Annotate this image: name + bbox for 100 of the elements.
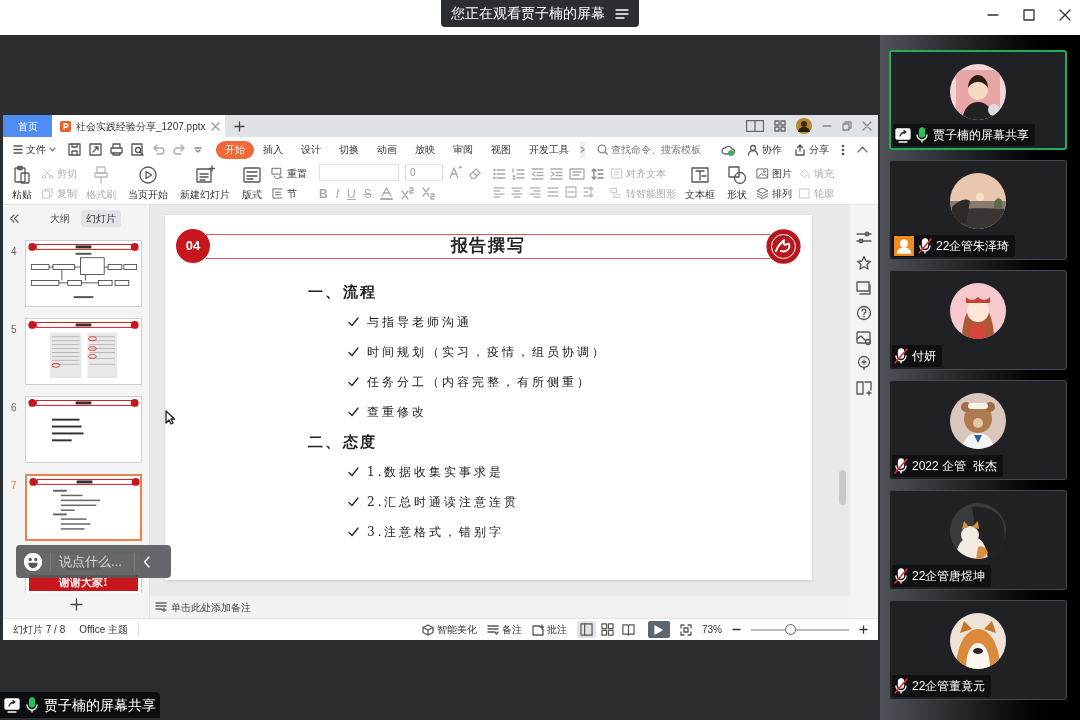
- participant-tile[interactable]: 贾子楠的屏幕共享: [889, 50, 1067, 150]
- clipboard-icon: [12, 164, 32, 185]
- ribbon-tab[interactable]: 放映: [406, 140, 444, 159]
- file-menu[interactable]: 文件: [13, 142, 56, 157]
- book-icon[interactable]: [856, 380, 872, 396]
- toolbar-button[interactable]: 协作: [747, 142, 782, 157]
- status-button[interactable]: 批注: [532, 622, 567, 637]
- more-icon[interactable]: [841, 143, 845, 156]
- properties-icon[interactable]: [856, 230, 872, 246]
- participant-tile[interactable]: 2022 企管 张杰: [889, 380, 1067, 480]
- slide-thumbnail[interactable]: [25, 396, 142, 463]
- menu-icon[interactable]: [615, 7, 629, 20]
- ribbon-button[interactable]: 节: [271, 185, 307, 201]
- ribbon-tab[interactable]: 视图: [482, 140, 520, 159]
- toolbar-button[interactable]: 分享: [794, 142, 829, 157]
- save-icon[interactable]: [68, 143, 81, 156]
- print-preview-icon[interactable]: [131, 143, 144, 156]
- ribbon-tab[interactable]: 设计: [292, 140, 330, 159]
- zoom-in-icon[interactable]: [859, 625, 868, 634]
- view-button[interactable]: [598, 621, 617, 638]
- ribbon-tab[interactable]: 插入: [254, 140, 292, 159]
- new-tab-icon[interactable]: [233, 120, 245, 132]
- check-icon: [348, 317, 359, 327]
- slide-number: 5: [11, 323, 18, 337]
- chat-toast[interactable]: 说点什么...: [16, 545, 171, 578]
- ribbon-button[interactable]: 图片: [756, 165, 792, 181]
- screen-share-icon: [4, 697, 20, 713]
- chevron-right-icon: [580, 146, 585, 153]
- ribbon-button[interactable]: 排列: [756, 185, 792, 201]
- collapse-icon[interactable]: [857, 146, 868, 153]
- presenter-name: 贾子楠的屏幕共享: [44, 695, 156, 715]
- scrollbar-thumb[interactable]: [839, 470, 846, 505]
- status-button[interactable]: 智能美化: [422, 622, 477, 637]
- line-spacing-icon[interactable]: [591, 168, 604, 180]
- help-icon[interactable]: [856, 305, 872, 321]
- print-icon[interactable]: [110, 143, 123, 156]
- bullet-text: 2.汇总时通读注意连贯: [367, 494, 520, 511]
- section-icon: [271, 186, 284, 200]
- check-icon: [348, 527, 359, 537]
- panel-tab[interactable]: 幻灯片: [81, 210, 121, 227]
- picture-library-icon[interactable]: [856, 330, 872, 346]
- slide-thumbnail[interactable]: [25, 474, 142, 541]
- search-field[interactable]: 查找命令、搜索模板: [597, 142, 721, 157]
- layout-toggle-icon[interactable]: [746, 120, 764, 132]
- zoom-value: 73%: [702, 623, 722, 637]
- emoji-icon[interactable]: [24, 552, 42, 571]
- font-color-icon[interactable]: [379, 187, 393, 200]
- status-button[interactable]: 备注: [487, 622, 522, 637]
- comment-field[interactable]: 说点什么...: [50, 551, 135, 572]
- ribbon-button[interactable]: 粘贴: [9, 164, 35, 202]
- number-badge: 04: [176, 229, 210, 263]
- menu-icon: [13, 145, 23, 154]
- ribbon-button[interactable]: 重置: [271, 165, 307, 181]
- collapse-panel-icon[interactable]: [9, 214, 19, 223]
- ribbon-tab[interactable]: 审阅: [444, 140, 482, 159]
- add-slide-icon[interactable]: [69, 597, 83, 611]
- ribbon-tab[interactable]: 动画: [368, 140, 406, 159]
- cloud-sync-icon[interactable]: [721, 143, 735, 156]
- panel-tab[interactable]: 大纲: [45, 210, 75, 227]
- maximize-icon[interactable]: [1022, 8, 1036, 22]
- slide-thumbnail[interactable]: [25, 240, 142, 307]
- view-button[interactable]: [619, 621, 638, 638]
- bullet-text: 与指导老师沟通: [367, 314, 472, 331]
- bullet-text: 1.数据收集实事求是: [367, 464, 505, 481]
- ribbon-button[interactable]: 文本框: [682, 164, 718, 202]
- export-icon[interactable]: [89, 143, 102, 156]
- view-button[interactable]: [577, 621, 596, 638]
- document-tab[interactable]: 社会实践经验分享_1207.pptx: [52, 115, 225, 137]
- ribbon-tab[interactable]: 切换: [330, 140, 368, 159]
- participant-tile[interactable]: 22企管董竟元: [889, 600, 1067, 700]
- ribbon-tab[interactable]: 开发工具: [520, 140, 578, 159]
- customize-icon[interactable]: [194, 145, 202, 154]
- notes-field[interactable]: 单击此处添加备注: [150, 596, 850, 618]
- participant-tile[interactable]: 22企管朱泽琦: [889, 160, 1067, 260]
- slider-thumb[interactable]: [785, 623, 797, 635]
- star-icon[interactable]: [856, 255, 872, 271]
- location-icon[interactable]: [856, 355, 872, 371]
- slide-thumbnail[interactable]: [25, 318, 142, 385]
- participant-tile[interactable]: 22企管唐煜坤: [889, 490, 1067, 590]
- fit-icon[interactable]: [680, 623, 692, 636]
- layers-icon: [756, 186, 769, 200]
- layout-icon: [242, 164, 262, 185]
- check-icon: [348, 497, 359, 507]
- bullet-text: 查重修改: [367, 404, 427, 421]
- fill-icon: [798, 166, 811, 180]
- check-icon: [348, 467, 359, 477]
- ribbon-button[interactable]: 形状: [724, 164, 750, 202]
- grid-icon[interactable]: [774, 120, 786, 132]
- ribbon-button[interactable]: 版式: [239, 164, 265, 202]
- participant-name: 2022 企管 张杰: [912, 458, 997, 475]
- close-icon[interactable]: [1058, 8, 1072, 22]
- ribbon-button[interactable]: 当页开始: [125, 164, 171, 202]
- ribbon-button[interactable]: 新建幻灯片: [177, 164, 233, 202]
- play-button[interactable]: [648, 621, 670, 638]
- slide-number: 7: [11, 479, 18, 493]
- more-tabs-button[interactable]: [580, 141, 585, 158]
- participant-tile[interactable]: 付妍: [889, 270, 1067, 370]
- font-name-field[interactable]: [319, 163, 399, 181]
- chevron-left-icon[interactable]: [143, 555, 151, 568]
- slides-icon[interactable]: [856, 280, 872, 296]
